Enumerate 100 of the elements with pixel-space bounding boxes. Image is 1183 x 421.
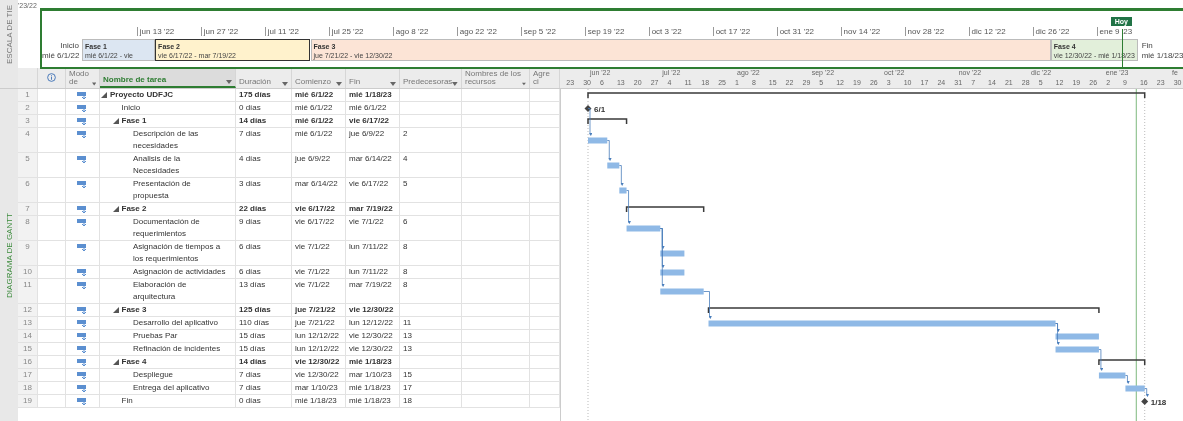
task-name-cell[interactable]: Documentación de requerimientos: [100, 216, 236, 241]
row-number: 4: [18, 128, 38, 153]
column-header[interactable]: Duración: [236, 68, 292, 88]
mode-cell[interactable]: [66, 356, 100, 369]
task-name-cell[interactable]: Fase 3: [100, 304, 236, 317]
row-number: 13: [18, 317, 38, 330]
mode-cell[interactable]: [66, 330, 100, 343]
task-name-cell[interactable]: Analisis de la Necesidades: [100, 153, 236, 178]
start-cell: vie 12/30/22: [292, 369, 346, 382]
finish-cell: lun 7/11/22: [346, 241, 400, 266]
task-name-cell[interactable]: Fin: [100, 395, 236, 408]
task-name-cell[interactable]: Refinación de incidentes: [100, 343, 236, 356]
collapse-caret-icon[interactable]: [112, 307, 119, 313]
task-name-cell[interactable]: Entrega del aplicativo: [100, 382, 236, 395]
task-bar[interactable]: [588, 137, 608, 144]
dropdown-caret-icon[interactable]: [452, 82, 458, 86]
task-name-cell[interactable]: Asignación de tiempos a los requerimientos: [100, 241, 236, 266]
dropdown-caret-icon[interactable]: [522, 82, 526, 86]
row-number: 2: [18, 102, 38, 115]
column-header[interactable]: Fin: [346, 68, 400, 88]
task-bar[interactable]: [1055, 333, 1099, 340]
dropdown-caret-icon[interactable]: [282, 82, 288, 86]
task-name-cell[interactable]: Presentación de propuesta: [100, 178, 236, 203]
task-mode-icon: [77, 243, 88, 251]
finish-cell: lun 12/12/22: [346, 317, 400, 330]
task-bar[interactable]: [626, 225, 661, 232]
milestone-diamond[interactable]: [1141, 398, 1149, 405]
predecessors-cell: 13: [400, 343, 462, 356]
empty-cell: [462, 102, 530, 115]
column-header[interactable]: Nombres de los recursos: [462, 68, 530, 88]
task-bar[interactable]: [660, 269, 685, 276]
task-name-cell[interactable]: Descripción de las necesidades: [100, 128, 236, 153]
column-header[interactable]: Agre ci: [530, 68, 560, 88]
duration-cell: 4 días: [236, 153, 292, 178]
empty-cell: [462, 153, 530, 178]
mode-cell[interactable]: [66, 343, 100, 356]
mode-cell[interactable]: [66, 304, 100, 317]
task-name-cell[interactable]: Despliegue: [100, 369, 236, 382]
mode-cell[interactable]: [66, 102, 100, 115]
task-name-cell[interactable]: Asignación de actividades: [100, 266, 236, 279]
mode-cell[interactable]: [66, 89, 100, 102]
dropdown-caret-icon[interactable]: [390, 82, 396, 86]
predecessors-cell: 13: [400, 330, 462, 343]
task-bar[interactable]: [619, 187, 627, 194]
predecessors-cell: 2: [400, 128, 462, 153]
task-name-cell[interactable]: Fase 4: [100, 356, 236, 369]
predecessors-cell: 8: [400, 279, 462, 304]
timeline-tick-label: dic 12 '22: [968, 27, 1006, 36]
row-number: 16: [18, 356, 38, 369]
task-name-cell[interactable]: Pruebas Par: [100, 330, 236, 343]
finish-cell: mié 1/18/23: [346, 356, 400, 369]
task-name-cell[interactable]: Desarrollo del aplicativo: [100, 317, 236, 330]
mode-cell[interactable]: [66, 395, 100, 408]
task-name-cell[interactable]: Elaboración de arquitectura: [100, 279, 236, 304]
timeline-tick-label: jul 11 '22: [264, 27, 299, 36]
column-header[interactable]: Predecesoras: [400, 68, 462, 88]
start-cell: mié 6/1/22: [292, 128, 346, 153]
column-header[interactable]: Comienzo: [292, 68, 346, 88]
mode-cell[interactable]: [66, 317, 100, 330]
row-number: 19: [18, 395, 38, 408]
mode-cell[interactable]: [66, 153, 100, 178]
task-name-cell[interactable]: Fase 1: [100, 115, 236, 128]
finish-cell: vie 12/30/22: [346, 304, 400, 317]
mode-cell[interactable]: [66, 115, 100, 128]
empty-cell: [530, 153, 560, 178]
task-mode-icon: [77, 104, 88, 112]
task-name-cell[interactable]: Fase 2: [100, 203, 236, 216]
collapse-caret-icon[interactable]: [112, 118, 119, 124]
task-bar[interactable]: [607, 162, 620, 169]
start-cell: mar 1/10/23: [292, 382, 346, 395]
task-name-cell[interactable]: Inicio: [100, 102, 236, 115]
mode-cell[interactable]: [66, 382, 100, 395]
column-header[interactable]: Nombre de tarea: [100, 68, 236, 88]
finish-cell: mié 1/18/23: [346, 395, 400, 408]
mode-cell[interactable]: [66, 216, 100, 241]
dropdown-caret-icon[interactable]: [226, 80, 232, 84]
mode-cell[interactable]: [66, 241, 100, 266]
empty-cell: [462, 128, 530, 153]
collapse-caret-icon[interactable]: [112, 206, 119, 212]
row-number: 9: [18, 241, 38, 266]
side-label: ESCALA DE TIE: [4, 4, 14, 64]
dropdown-caret-icon[interactable]: [336, 82, 342, 86]
collapse-caret-icon[interactable]: [112, 359, 119, 365]
mode-cell[interactable]: [66, 279, 100, 304]
collapse-caret-icon[interactable]: [101, 92, 107, 98]
finish-cell: mar 6/14/22: [346, 153, 400, 178]
mode-cell[interactable]: [66, 128, 100, 153]
empty-cell: [462, 317, 530, 330]
mode-cell[interactable]: [66, 203, 100, 216]
milestone-diamond[interactable]: [584, 105, 592, 112]
duration-cell: 7 días: [236, 128, 292, 153]
dropdown-caret-icon[interactable]: [91, 82, 96, 86]
mode-cell[interactable]: [66, 178, 100, 203]
predecessors-cell: 11: [400, 317, 462, 330]
task-name-cell[interactable]: Proyecto UDFJC: [100, 89, 236, 102]
mode-cell[interactable]: [66, 369, 100, 382]
task-bar[interactable]: [1098, 372, 1126, 379]
duration-cell: 125 días: [236, 304, 292, 317]
task-bar[interactable]: [660, 250, 685, 257]
mode-cell[interactable]: [66, 266, 100, 279]
